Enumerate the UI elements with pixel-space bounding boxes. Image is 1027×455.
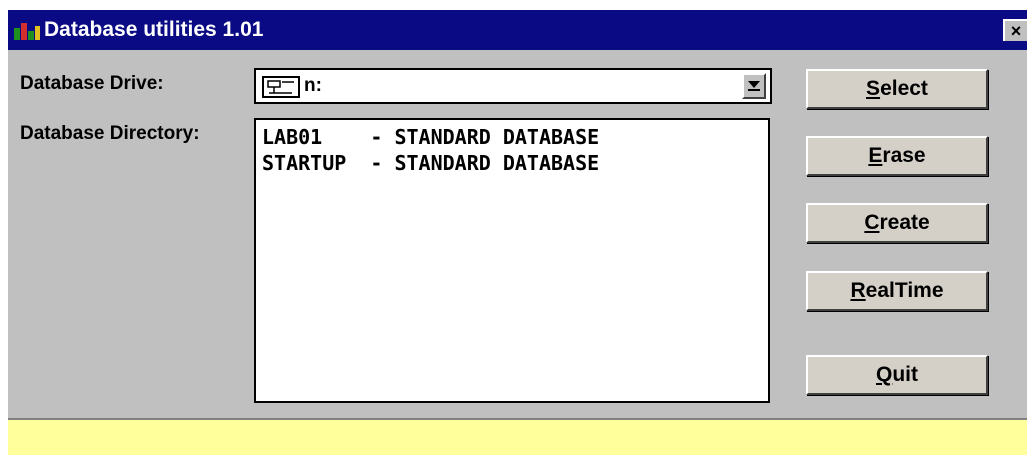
- database-directory-label: Database Directory:: [20, 123, 200, 144]
- database-utilities-window: Database utilities 1.01 × Database Drive…: [8, 10, 1027, 455]
- realtime-button[interactable]: RealTime: [806, 271, 988, 311]
- database-directory-list[interactable]: LAB01 - STANDARD DATABASE STARTUP - STAN…: [254, 118, 770, 403]
- network-drive-icon: [262, 76, 300, 98]
- window-title: Database utilities 1.01: [44, 18, 264, 41]
- directory-list-item-lab01[interactable]: LAB01 - STANDARD DATABASE: [262, 124, 599, 150]
- database-utilities-app-icon: [14, 23, 40, 40]
- directory-list-item-startup[interactable]: STARTUP - STANDARD DATABASE: [262, 150, 599, 176]
- database-drive-label: Database Drive:: [20, 73, 164, 94]
- erase-button[interactable]: Erase: [806, 136, 988, 176]
- database-drive-select[interactable]: n:: [254, 68, 772, 104]
- chevron-down-icon: [748, 81, 760, 91]
- database-drive-value: n:: [304, 75, 322, 96]
- status-bar: [8, 418, 1027, 455]
- create-button[interactable]: Create: [806, 203, 988, 243]
- close-icon: ×: [1010, 21, 1022, 41]
- quit-button[interactable]: Quit: [806, 355, 988, 395]
- close-button[interactable]: ×: [1003, 19, 1027, 41]
- title-bar[interactable]: Database utilities 1.01 ×: [8, 10, 1027, 50]
- select-button[interactable]: Select: [806, 69, 988, 109]
- drive-dropdown-button[interactable]: [742, 73, 766, 99]
